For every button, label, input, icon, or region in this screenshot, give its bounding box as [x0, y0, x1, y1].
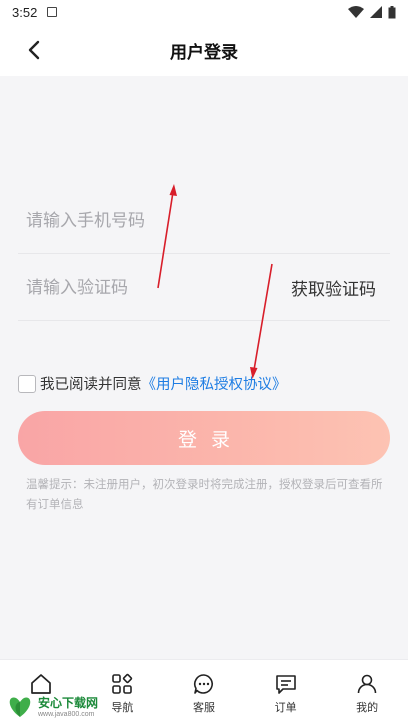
code-field-row: 获取验证码	[18, 255, 390, 321]
user-icon	[357, 674, 377, 694]
tab-customer-service[interactable]: 客服	[163, 660, 245, 725]
back-button[interactable]	[20, 36, 48, 64]
status-bar: 3:52	[0, 0, 408, 24]
agreement-row: 我已阅读并同意 《用户隐私授权协议》	[18, 373, 287, 394]
watermark-name: 安心下载网	[38, 696, 99, 710]
grid-icon	[112, 673, 133, 694]
notification-icon	[47, 7, 58, 17]
privacy-agreement-link[interactable]: 《用户隐私授权协议》	[142, 373, 287, 394]
get-code-button[interactable]: 获取验证码	[291, 275, 390, 300]
tip-text: 温馨提示：未注册用户，初次登录时将完成注册，授权登录后可查看所有订单信息	[26, 477, 383, 511]
watermark-text: 安心下载网 www.java800.com	[38, 694, 98, 718]
tab-label: 订单	[274, 701, 297, 714]
verification-code-input[interactable]	[18, 267, 291, 308]
phone-field-row	[18, 188, 390, 254]
app-header: 用户登录	[0, 24, 408, 76]
signal-icon	[370, 6, 382, 18]
watermark-url: www.java800.com	[38, 711, 95, 718]
wifi-icon	[348, 6, 364, 18]
chat-icon	[193, 674, 213, 694]
tab-profile[interactable]: 我的	[326, 660, 408, 725]
order-icon	[275, 675, 296, 694]
page-title: 用户登录	[170, 42, 238, 63]
tab-label: 导航	[111, 701, 134, 714]
status-icons	[348, 5, 396, 19]
site-watermark: 安心下载网 www.java800.com	[4, 693, 98, 719]
phone-input[interactable]	[18, 200, 390, 241]
battery-icon	[388, 5, 396, 18]
agree-text: 我已阅读并同意	[40, 377, 142, 393]
agree-checkbox[interactable]	[18, 374, 36, 393]
annotation-arrows	[157, 184, 273, 379]
chevron-left-icon	[28, 40, 40, 60]
status-time: 3:52	[12, 4, 38, 20]
login-button[interactable]: 登录	[18, 411, 390, 465]
tab-label: 我的	[356, 701, 379, 714]
watermark-logo-icon	[9, 697, 31, 717]
tab-label: 客服	[192, 701, 215, 714]
tab-orders[interactable]: 订单	[245, 660, 327, 725]
